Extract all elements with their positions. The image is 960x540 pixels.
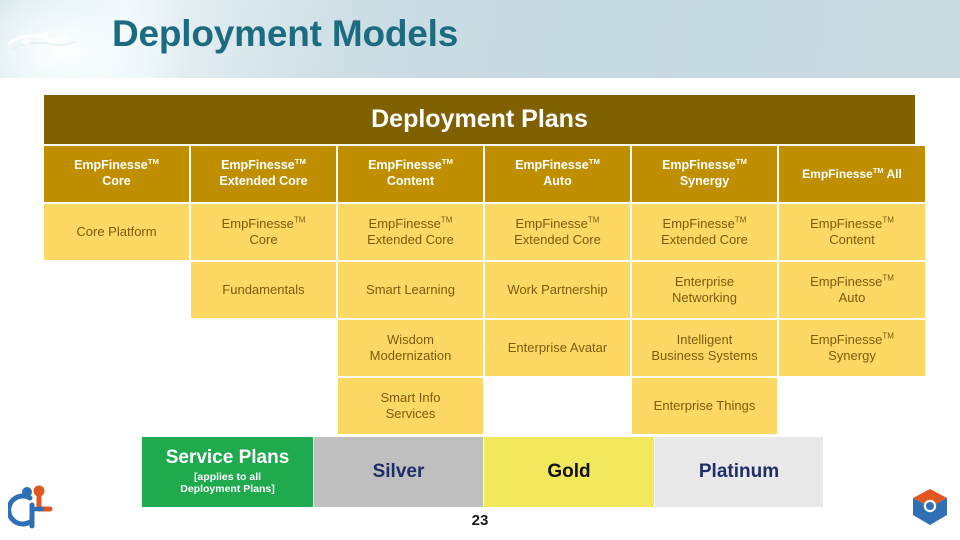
table-cell-r3-c4-text: Enterprise Avatar — [507, 339, 608, 355]
table-column-header-6-text: EmpFinesseTM All — [802, 165, 902, 181]
table-cell-r1-c2-text: EmpFinesseTM Core — [221, 215, 306, 247]
header-divider-rule — [0, 78, 960, 80]
trademark-mark: TM — [293, 215, 306, 225]
slide-canvas: Deployment Models Deployment Plans EmpFi… — [0, 0, 960, 540]
people-accessibility-logo-icon — [8, 485, 53, 529]
trademark-mark: TM — [735, 157, 747, 167]
page-title: Deployment Models — [112, 13, 459, 54]
table-cell-r4-c3-text: Smart Info Services — [380, 389, 441, 421]
table-column-header-1[interactable]: EmpFinesseTM Core — [44, 146, 189, 202]
deployment-plans-table: Deployment Plans EmpFinesseTM Core EmpFine… — [44, 95, 925, 434]
table-cell-r3-c5[interactable]: Intelligent Business Systems — [632, 320, 777, 376]
table-cell-r1-c1-text: Core Platform — [76, 223, 157, 239]
service-tier-platinum-label: Platinum — [698, 461, 780, 482]
hexagon-cube-logo-icon — [913, 489, 947, 525]
service-plans-subtitle-line1: [applies to all — [193, 470, 262, 483]
table-cell-r1-c4[interactable]: EmpFinesseTM Extended Core — [485, 204, 630, 260]
table-cell-r2-c4-text: Work Partnership — [507, 281, 608, 297]
table-column-header-2-text: EmpFinesseTM Extended Core — [219, 157, 308, 188]
trademark-mark: TM — [872, 165, 884, 175]
trademark-mark: TM — [587, 215, 600, 225]
table-cell-r2-c5[interactable]: Enterprise Networking — [632, 262, 777, 318]
table-column-header-5[interactable]: EmpFinesseTM Synergy — [632, 146, 777, 202]
table-cell-r1-c2[interactable]: EmpFinesseTM Core — [191, 204, 336, 260]
table-column-header-4-text: EmpFinesseTM Auto — [515, 157, 600, 188]
table-cell-r3-c6[interactable]: EmpFinesseTM Synergy — [779, 320, 925, 376]
table-cell-r2-c2[interactable]: Fundamentals — [191, 262, 336, 318]
table-column-header-2[interactable]: EmpFinesseTM Extended Core — [191, 146, 336, 202]
table-cell-r1-c1[interactable]: Core Platform — [44, 204, 189, 260]
table-cell-r4-c2 — [191, 378, 336, 434]
service-plans-row: Service Plans [applies to all Deployment… — [142, 437, 823, 507]
table-cell-r4-c4 — [485, 378, 630, 434]
table-cell-r3-c5-text: Intelligent Business Systems — [651, 331, 758, 363]
trademark-mark: TM — [882, 273, 894, 283]
trademark-mark: TM — [294, 157, 306, 167]
table-column-header-4[interactable]: EmpFinesseTM Auto — [485, 146, 630, 202]
table-column-header-3-text: EmpFinesseTM Content — [368, 157, 453, 188]
page-number: 23 — [471, 512, 489, 529]
service-tier-silver-label: Silver — [372, 461, 425, 482]
table-cell-r3-c1 — [44, 320, 189, 376]
service-tier-silver[interactable]: Silver — [314, 437, 483, 507]
table-cell-r1-c3[interactable]: EmpFinesseTM Extended Core — [338, 204, 483, 260]
table-row: Fundamentals Smart Learning Work Partnersh… — [44, 262, 925, 318]
service-tier-platinum[interactable]: Platinum — [655, 437, 823, 507]
table-column-header-6[interactable]: EmpFinesseTM All — [779, 146, 925, 202]
trademark-mark: TM — [588, 157, 600, 167]
table-cell-r3-c2 — [191, 320, 336, 376]
table-row: Smart Info Services Enterprise Things — [44, 378, 915, 434]
table-cell-r3-c4[interactable]: Enterprise Avatar — [485, 320, 630, 376]
trademark-mark: TM — [441, 157, 453, 167]
table-cell-r4-c5-text: Enterprise Things — [653, 397, 756, 413]
table-row: Core Platform EmpFinesseTM Core EmpFinesseT… — [44, 204, 925, 260]
table-banner-title: Deployment Plans — [44, 95, 915, 144]
table-cell-r4-c1 — [44, 378, 189, 434]
trademark-mark: TM — [734, 215, 747, 225]
table-cell-r2-c6-text: EmpFinesseTM Auto — [810, 273, 894, 305]
table-cell-r1-c4-text: EmpFinesseTM Extended Core — [514, 215, 601, 247]
table-cell-r1-c5[interactable]: EmpFinesseTM Extended Core — [632, 204, 777, 260]
service-plans-title: Service Plans — [165, 446, 290, 468]
table-cell-r2-c5-text: Enterprise Networking — [671, 273, 738, 305]
table-cell-r2-c4[interactable]: Work Partnership — [485, 262, 630, 318]
table-cell-r2-c3-text: Smart Learning — [366, 281, 455, 297]
table-cell-r4-c6 — [779, 378, 925, 434]
table-cell-r2-c6[interactable]: EmpFinesseTM Auto — [779, 262, 925, 318]
abstract-swoosh-icon — [7, 31, 77, 50]
table-cell-r2-c2-text: Fundamentals — [222, 281, 305, 297]
service-tier-gold[interactable]: Gold — [484, 437, 654, 507]
service-plans-subtitle: [applies to all Deployment Plans] — [180, 471, 275, 496]
trademark-mark: TM — [147, 157, 159, 167]
service-plans-subtitle-line2: Deployment Plans] — [180, 483, 275, 496]
table-cell-r2-c1 — [44, 262, 189, 318]
table-header-row: EmpFinesseTM Core EmpFinesseTM Extended Cor… — [44, 146, 925, 202]
trademark-mark: TM — [882, 215, 894, 225]
service-tier-gold-label: Gold — [547, 461, 591, 482]
table-cell-r1-c6[interactable]: EmpFinesseTM Content — [779, 204, 925, 260]
table-cell-r4-c5[interactable]: Enterprise Things — [632, 378, 777, 434]
table-column-header-1-text: EmpFinesseTM Core — [74, 157, 159, 188]
table-row: Wisdom Modernization Enterprise Avatar Inte… — [44, 320, 925, 376]
table-cell-r2-c3[interactable]: Smart Learning — [338, 262, 483, 318]
table-cell-r3-c3-text: Wisdom Modernization — [369, 331, 452, 363]
table-cell-r1-c5-text: EmpFinesseTM Extended Core — [661, 215, 748, 247]
table-cell-r1-c6-text: EmpFinesseTM Content — [810, 215, 894, 247]
table-cell-r4-c3[interactable]: Smart Info Services — [338, 378, 483, 434]
table-cell-r1-c3-text: EmpFinesseTM Extended Core — [367, 215, 454, 247]
table-column-header-5-text: EmpFinesseTM Synergy — [662, 157, 747, 188]
service-plans-label-cell: Service Plans [applies to all Deployment… — [142, 437, 313, 507]
table-column-header-3[interactable]: EmpFinesseTM Content — [338, 146, 483, 202]
trademark-mark: TM — [882, 331, 894, 341]
table-cell-r3-c6-text: EmpFinesseTM Synergy — [810, 331, 894, 363]
trademark-mark: TM — [440, 215, 453, 225]
table-body: Core Platform EmpFinesseTM Core EmpFinesseT… — [44, 204, 925, 434]
table-cell-r3-c3[interactable]: Wisdom Modernization — [338, 320, 483, 376]
